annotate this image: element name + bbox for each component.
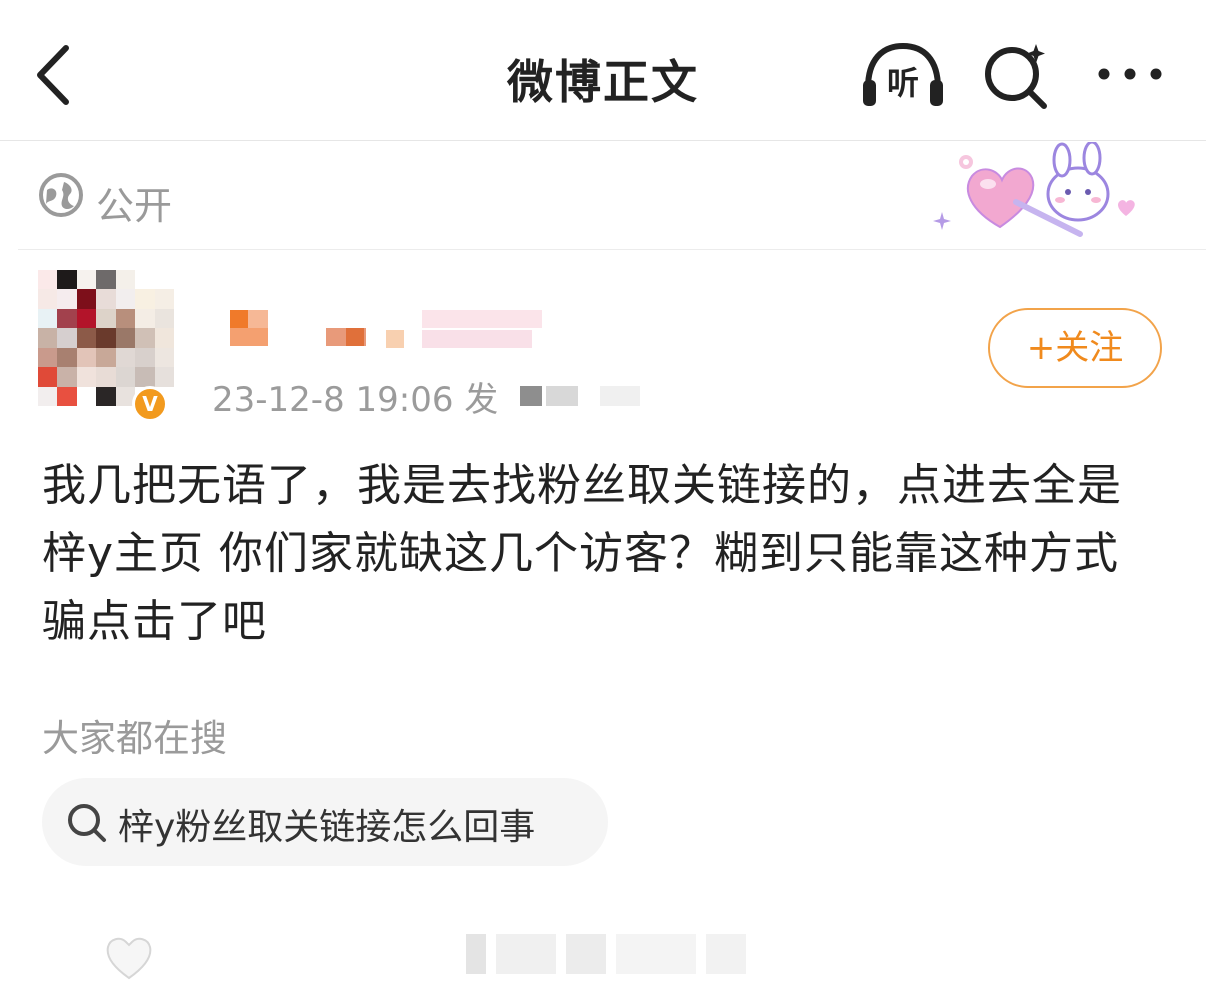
author-username[interactable] [230, 308, 550, 350]
search-sparkle-icon [985, 44, 1047, 109]
visibility-label: 公开 [96, 184, 173, 228]
search-icon [68, 804, 106, 842]
visibility-row: 公开 [18, 142, 1206, 250]
heart-icon[interactable] [104, 934, 154, 980]
more-button[interactable] [1092, 46, 1168, 102]
trending-query: 梓y粉丝取关链接怎么回事 [118, 807, 536, 848]
trending-title: 大家都在搜 [42, 717, 227, 760]
post-content: 我几把无语了，我是去找粉丝取关链接的，点进去全是梓y主页 你们家就缺这几个访客？… [42, 460, 1122, 647]
globe-icon [39, 173, 83, 217]
post-timestamp-source: 23-12-8 19:06 发 [212, 380, 499, 420]
verified-badge: V [132, 386, 168, 422]
listen-label: 听 [886, 64, 919, 102]
search-button[interactable] [980, 38, 1052, 110]
follow-button[interactable]: +关注 [988, 308, 1162, 388]
more-dots-icon [1098, 68, 1162, 80]
trending-search-chip[interactable]: 梓y粉丝取关链接怎么回事 [42, 778, 608, 866]
post-source-blurred [520, 386, 650, 408]
listen-button[interactable]: 听 [858, 40, 948, 110]
top-nav-bar: 微博正文 听 [0, 0, 1206, 141]
bottom-blurred-strip [466, 934, 756, 974]
heart-lollipop-bunny-decoration [933, 142, 1135, 237]
